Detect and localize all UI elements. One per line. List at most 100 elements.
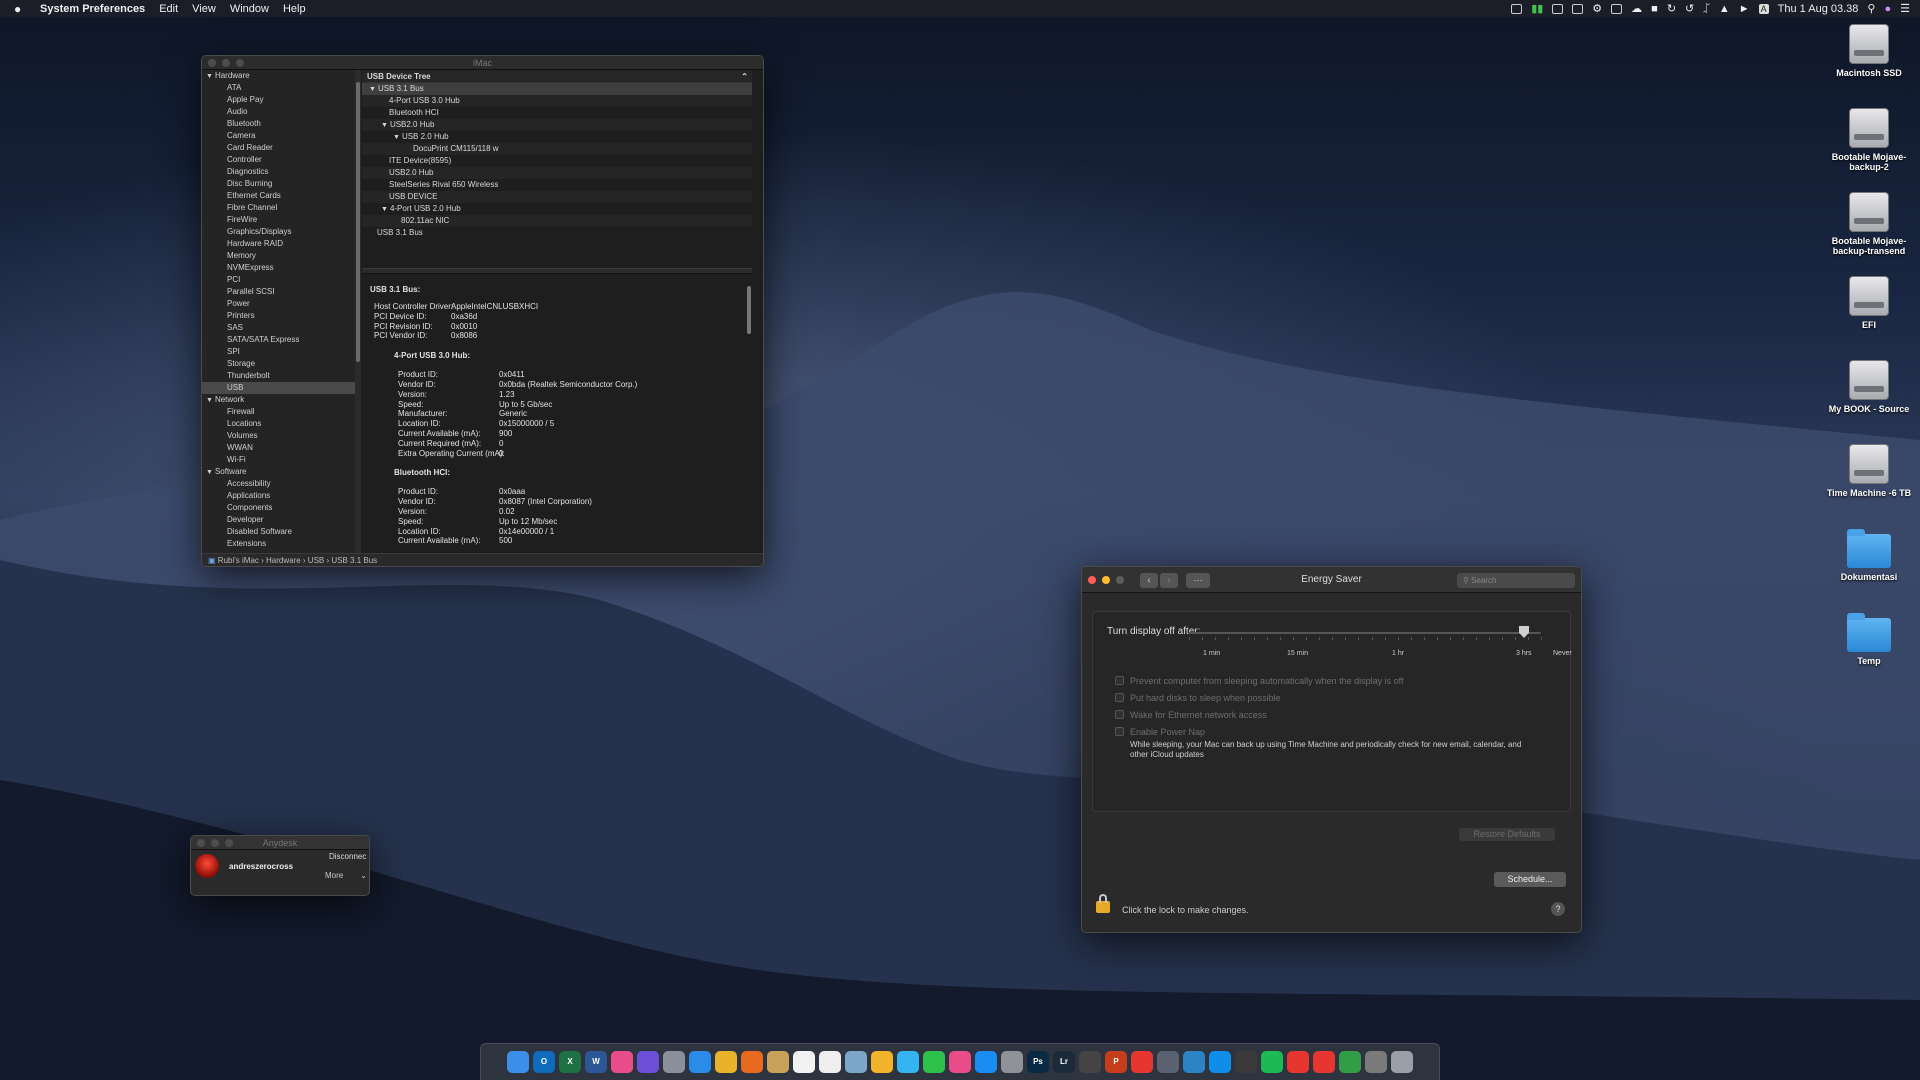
sidebar-item-power[interactable]: Power: [202, 298, 355, 310]
desktop-icon-macintosh-ssd[interactable]: Macintosh SSD: [1824, 24, 1914, 78]
energy-titlebar[interactable]: ‹ › ⋯ Energy Saver ⚲ Search: [1082, 567, 1581, 593]
minimize-button[interactable]: [222, 59, 230, 67]
tree-row[interactable]: USB DEVICE: [362, 191, 752, 203]
dock-utility-icon[interactable]: [1157, 1051, 1179, 1073]
more-button[interactable]: More ⌄: [325, 871, 369, 883]
dock-trash-icon[interactable]: [1391, 1051, 1413, 1073]
back-button[interactable]: ‹: [1140, 573, 1158, 588]
sidebar-item-ata[interactable]: ATA: [202, 82, 355, 94]
spotlight-icon[interactable]: ⚲: [1867, 2, 1875, 15]
sidebar-category-network[interactable]: ▼ Network: [202, 394, 355, 406]
sidebar-item-apple-pay[interactable]: Apple Pay: [202, 94, 355, 106]
calendar-status-icon[interactable]: [1611, 3, 1623, 14]
sidebar-item-audio[interactable]: Audio: [202, 106, 355, 118]
dock-itunes-icon[interactable]: [949, 1051, 971, 1073]
dock-vpn-icon[interactable]: [1183, 1051, 1205, 1073]
dock-system-preferences-icon[interactable]: [1001, 1051, 1023, 1073]
tree-row[interactable]: USB 3.1 Bus: [362, 227, 752, 239]
sidebar-item-volumes[interactable]: Volumes: [202, 430, 355, 442]
sync-icon[interactable]: ↻: [1667, 2, 1676, 15]
sidebar-category-hardware[interactable]: ▼ Hardware: [202, 70, 355, 82]
search-field[interactable]: ⚲ Search: [1457, 573, 1575, 588]
clock-icon[interactable]: ↺: [1685, 2, 1694, 15]
siri-icon[interactable]: ●: [1884, 3, 1891, 15]
bluetooth-icon[interactable]: ᛢ: [1703, 3, 1710, 15]
menu-view[interactable]: View: [192, 3, 216, 15]
desktop-icon-bootable-mojave-backup-transend[interactable]: Bootable Mojave-backup-transend: [1824, 192, 1914, 256]
minimize-button[interactable]: [1102, 576, 1110, 584]
tree-row[interactable]: ▼ 4-Port USB 2.0 Hub: [362, 203, 752, 215]
desktop-icon-my-book-source[interactable]: My BOOK - Source: [1824, 360, 1914, 414]
dock-network-icon[interactable]: [1339, 1051, 1361, 1073]
sidebar-scrollbar[interactable]: [355, 70, 361, 561]
disclosure-triangle-icon[interactable]: ▼: [206, 469, 213, 476]
sidebar-item-accessibility[interactable]: Accessibility: [202, 478, 355, 490]
power-nap-checkbox[interactable]: Enable Power Nap: [1115, 727, 1205, 737]
sidebar-item-printers[interactable]: Printers: [202, 310, 355, 322]
desktop-icon-temp[interactable]: Temp: [1824, 612, 1914, 666]
disclosure-triangle-icon[interactable]: ▼: [206, 397, 213, 404]
dock-launchpad-icon[interactable]: [663, 1051, 685, 1073]
dock-gitkraken-icon[interactable]: [611, 1051, 633, 1073]
sidebar-item-firewire[interactable]: FireWire: [202, 214, 355, 226]
signal-icon[interactable]: ▮▮: [1531, 2, 1543, 15]
dock-finder-icon[interactable]: [507, 1051, 529, 1073]
forward-button[interactable]: ›: [1160, 573, 1178, 588]
sidebar-item-memory[interactable]: Memory: [202, 250, 355, 262]
sidebar-item-card-reader[interactable]: Card Reader: [202, 142, 355, 154]
sidebar-item-spi[interactable]: SPI: [202, 346, 355, 358]
dock-siri-icon[interactable]: [637, 1051, 659, 1073]
sidebar-item-wi-fi[interactable]: Wi-Fi: [202, 454, 355, 466]
disclosure-triangle-icon[interactable]: ▼: [381, 206, 388, 213]
sidebar-item-controller[interactable]: Controller: [202, 154, 355, 166]
dock-anydesk-icon[interactable]: [1131, 1051, 1153, 1073]
sidebar-item-diagnostics[interactable]: Diagnostics: [202, 166, 355, 178]
restore-defaults-button[interactable]: Restore Defaults: [1459, 828, 1555, 841]
disclosure-triangle-icon[interactable]: ▼: [381, 122, 388, 129]
tree-row[interactable]: DocuPrint CM115/118 w: [362, 143, 752, 155]
sidebar-item-applications[interactable]: Applications: [202, 490, 355, 502]
dock-excel-icon[interactable]: X: [559, 1051, 581, 1073]
tree-row[interactable]: ▼ USB2.0 Hub: [362, 119, 752, 131]
sidebar-category-software[interactable]: ▼ Software: [202, 466, 355, 478]
prevent-sleep-checkbox[interactable]: Prevent computer from sleeping automatic…: [1115, 676, 1403, 686]
sidebar-item-pci[interactable]: PCI: [202, 274, 355, 286]
tree-row[interactable]: 4-Port USB 3.0 Hub: [362, 95, 752, 107]
dock-facetime-icon[interactable]: [923, 1051, 945, 1073]
window-titlebar[interactable]: iMac: [202, 56, 763, 70]
tree-row[interactable]: ▼ USB 2.0 Hub: [362, 131, 752, 143]
anydesk-close-button[interactable]: [197, 839, 205, 847]
menu-help[interactable]: Help: [283, 3, 306, 15]
menu-edit[interactable]: Edit: [159, 3, 178, 15]
notification-center-icon[interactable]: ☰: [1900, 2, 1910, 15]
dock-remote-2-icon[interactable]: [1313, 1051, 1335, 1073]
disclosure-triangle-icon[interactable]: ▼: [369, 86, 376, 93]
sidebar-item-sata-sata-express[interactable]: SATA/SATA Express: [202, 334, 355, 346]
disclosure-triangle-icon[interactable]: ▼: [393, 134, 400, 141]
disclosure-triangle-icon[interactable]: ▼: [206, 73, 213, 80]
sidebar-item-parallel-scsi[interactable]: Parallel SCSI: [202, 286, 355, 298]
tree-row[interactable]: ITE Device(8595): [362, 155, 752, 167]
dock-spotify-icon[interactable]: [1261, 1051, 1283, 1073]
sort-chevron-icon[interactable]: ⌃: [741, 70, 748, 83]
dock-notes-icon[interactable]: [767, 1051, 789, 1073]
sidebar-item-graphics-displays[interactable]: Graphics/Displays: [202, 226, 355, 238]
detail-scrollbar[interactable]: [747, 286, 751, 334]
sidebar-item-nvmexpress[interactable]: NVMExpress: [202, 262, 355, 274]
anydesk-titlebar[interactable]: Anydesk: [191, 836, 369, 850]
sidebar-item-usb[interactable]: USB: [202, 382, 355, 394]
show-all-grid-icon[interactable]: ⋯: [1186, 573, 1210, 588]
sidebar-item-developer[interactable]: Developer: [202, 514, 355, 526]
status-icon-3[interactable]: [1572, 3, 1584, 14]
close-button[interactable]: [1088, 576, 1096, 584]
menu-app-name[interactable]: System Preferences: [40, 3, 145, 15]
input-source-icon[interactable]: A: [1758, 3, 1769, 14]
zoom-button[interactable]: [236, 59, 244, 67]
dock-calendar-icon[interactable]: [793, 1051, 815, 1073]
dock-reminders-icon[interactable]: [819, 1051, 841, 1073]
chat-icon[interactable]: ■: [1651, 3, 1658, 15]
hard-disk-sleep-checkbox[interactable]: Put hard disks to sleep when possible: [1115, 693, 1281, 703]
sidebar-item-extensions[interactable]: Extensions: [202, 538, 355, 550]
sidebar-item-wwan[interactable]: WWAN: [202, 442, 355, 454]
sidebar-item-components[interactable]: Components: [202, 502, 355, 514]
